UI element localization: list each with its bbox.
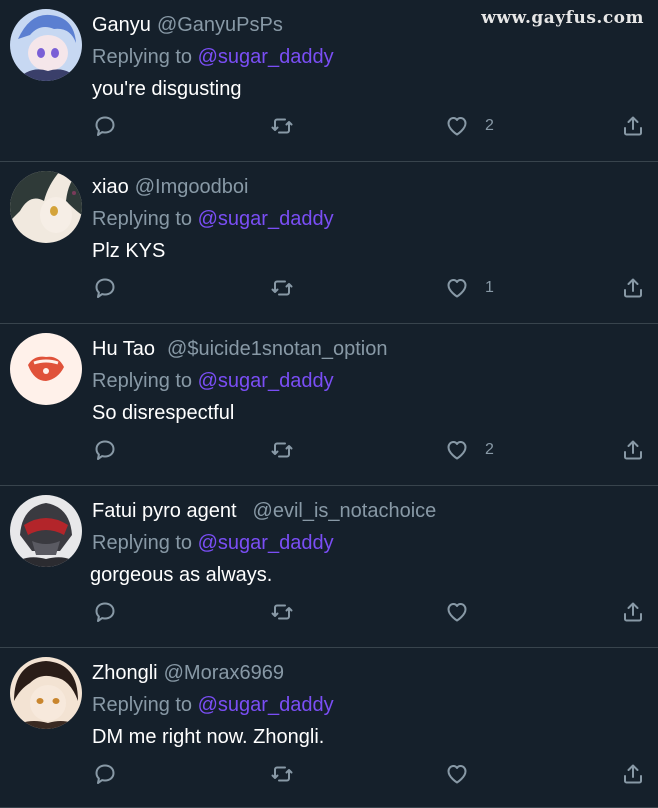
- tweet-text: you're disgusting: [92, 78, 242, 100]
- action-bar: [0, 758, 658, 790]
- reply-button[interactable]: [93, 758, 117, 790]
- reply-icon: [95, 602, 115, 622]
- replying-to-label: Replying to: [92, 694, 193, 716]
- tweet-content: xiao @Imgoodboi Replying to @sugar_daddy …: [92, 174, 638, 264]
- action-bar: [0, 596, 658, 628]
- reply-button[interactable]: [93, 272, 117, 304]
- tweet[interactable]: Ganyu @GanyuPsPs Replying to @sugar_daddy…: [0, 0, 658, 162]
- retweet-button[interactable]: [270, 434, 294, 466]
- retweet-button[interactable]: [270, 758, 294, 790]
- tweet[interactable]: Zhongli @Morax6969 Replying to @sugar_dad…: [0, 648, 658, 808]
- tweet[interactable]: Fatui pyro agent @evil_is_notachoice Repl…: [0, 486, 658, 648]
- display-name[interactable]: Zhongli: [92, 662, 158, 684]
- avatar[interactable]: [10, 9, 82, 81]
- share-button[interactable]: [621, 758, 645, 790]
- mention-link[interactable]: @sugar_daddy: [198, 694, 334, 716]
- tweet-text: gorgeous as always.: [90, 564, 273, 586]
- replying-to: Replying to @sugar_daddy: [92, 530, 638, 556]
- display-name[interactable]: Ganyu: [92, 14, 151, 36]
- like-button[interactable]: 2: [445, 110, 494, 142]
- like-button[interactable]: [445, 596, 485, 628]
- action-bar: 2: [0, 110, 658, 142]
- share-icon: [624, 116, 642, 136]
- share-icon: [624, 764, 642, 784]
- tweet-text: So disrespectful: [92, 402, 235, 424]
- share-button[interactable]: [621, 110, 645, 142]
- heart-icon: [447, 117, 467, 136]
- retweet-icon: [271, 604, 293, 620]
- tweet[interactable]: Hu Tao @$uicide1snotan_option Replying to…: [0, 324, 658, 486]
- replying-to-label: Replying to: [92, 370, 193, 392]
- tweet-text: Plz KYS: [92, 240, 166, 262]
- retweet-icon: [271, 442, 293, 458]
- like-count: 2: [485, 441, 494, 458]
- share-button[interactable]: [621, 272, 645, 304]
- like-button[interactable]: 1: [445, 272, 494, 304]
- tweet[interactable]: xiao @Imgoodboi Replying to @sugar_daddy …: [0, 162, 658, 324]
- reply-button[interactable]: [93, 110, 117, 142]
- retweet-icon: [271, 766, 293, 782]
- retweet-button[interactable]: [270, 272, 294, 304]
- reply-feed: Ganyu @GanyuPsPs Replying to @sugar_daddy…: [0, 0, 658, 808]
- like-count: 1: [485, 279, 494, 296]
- retweet-icon: [271, 118, 293, 134]
- mention-link[interactable]: @sugar_daddy: [198, 532, 334, 554]
- reply-button[interactable]: [93, 434, 117, 466]
- reply-icon: [95, 278, 115, 298]
- replying-to: Replying to @sugar_daddy: [92, 206, 638, 232]
- like-count: 2: [485, 117, 494, 134]
- user-handle[interactable]: @Imgoodboi: [135, 176, 249, 198]
- share-icon: [624, 602, 642, 622]
- user-handle[interactable]: @$uicide1snotan_option: [167, 338, 387, 360]
- tweet-content: Hu Tao @$uicide1snotan_option Replying to…: [92, 336, 638, 426]
- tweet-content: Zhongli @Morax6969 Replying to @sugar_dad…: [92, 660, 638, 750]
- share-icon: [624, 278, 642, 298]
- display-name[interactable]: Hu Tao: [92, 338, 155, 360]
- user-handle[interactable]: @evil_is_notachoice: [253, 500, 437, 522]
- display-name[interactable]: xiao: [92, 176, 129, 198]
- tweet-text: DM me right now. Zhongli.: [92, 726, 325, 748]
- like-button[interactable]: [445, 758, 485, 790]
- user-handle[interactable]: @Morax6969: [164, 662, 284, 684]
- share-button[interactable]: [621, 434, 645, 466]
- avatar[interactable]: [10, 495, 82, 567]
- user-handle[interactable]: @GanyuPsPs: [157, 14, 283, 36]
- tweet-content: Fatui pyro agent @evil_is_notachoice Repl…: [90, 498, 638, 588]
- mention-link[interactable]: @sugar_daddy: [198, 370, 334, 392]
- avatar[interactable]: [10, 333, 82, 405]
- like-button[interactable]: 2: [445, 434, 494, 466]
- retweet-button[interactable]: [270, 110, 294, 142]
- reply-icon: [95, 440, 115, 460]
- action-bar: 1: [0, 272, 658, 304]
- tweet-content: Ganyu @GanyuPsPs Replying to @sugar_daddy…: [92, 12, 638, 102]
- avatar[interactable]: [10, 657, 82, 729]
- heart-icon: [447, 441, 467, 460]
- reply-button[interactable]: [93, 596, 117, 628]
- reply-icon: [95, 116, 115, 136]
- replying-to-label: Replying to: [92, 532, 193, 554]
- heart-icon: [447, 603, 467, 622]
- replying-to-label: Replying to: [92, 46, 193, 68]
- retweet-button[interactable]: [270, 596, 294, 628]
- reply-icon: [95, 764, 115, 784]
- mention-link[interactable]: @sugar_daddy: [198, 208, 334, 230]
- replying-to: Replying to @sugar_daddy: [92, 368, 638, 394]
- replying-to: Replying to @sugar_daddy: [92, 692, 638, 718]
- action-bar: 2: [0, 434, 658, 466]
- mention-link[interactable]: @sugar_daddy: [198, 46, 334, 68]
- replying-to-label: Replying to: [92, 208, 193, 230]
- avatar[interactable]: [10, 171, 82, 243]
- share-button[interactable]: [621, 596, 645, 628]
- heart-icon: [447, 765, 467, 784]
- share-icon: [624, 440, 642, 460]
- retweet-icon: [271, 280, 293, 296]
- heart-icon: [447, 279, 467, 298]
- replying-to: Replying to @sugar_daddy: [92, 44, 638, 70]
- display-name[interactable]: Fatui pyro agent: [92, 500, 237, 522]
